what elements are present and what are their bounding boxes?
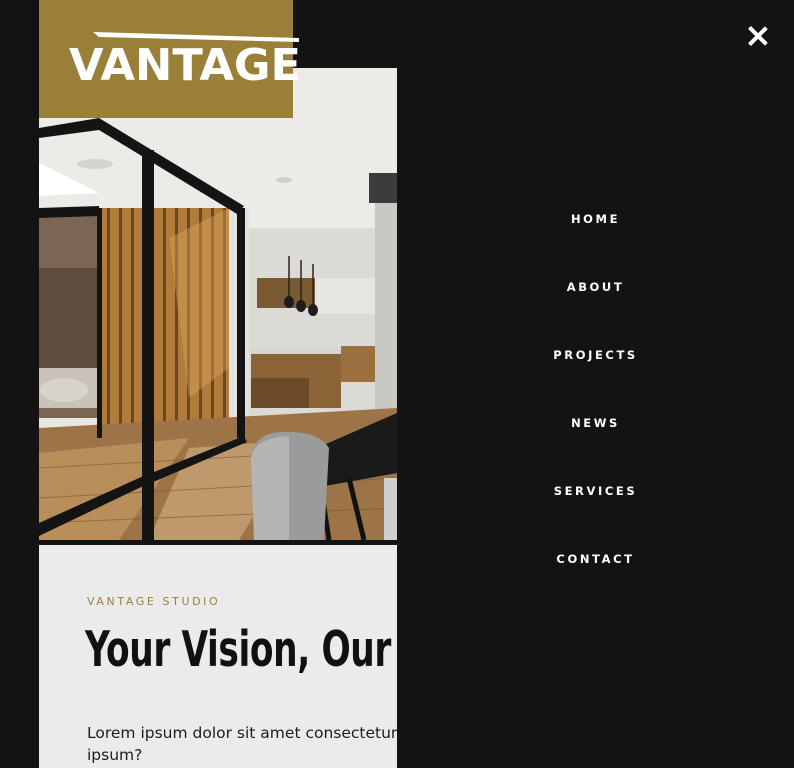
menu-link-home[interactable]: HOME xyxy=(571,212,620,226)
close-icon[interactable] xyxy=(748,26,768,46)
vantage-logo-icon: VANTAGE xyxy=(69,32,301,84)
site-logo[interactable]: VANTAGE xyxy=(39,0,301,118)
menu-link-projects[interactable]: PROJECTS xyxy=(553,348,638,362)
svg-text:VANTAGE: VANTAGE xyxy=(69,40,301,84)
menu-item-about: ABOUT xyxy=(397,276,794,344)
menu-item-projects: PROJECTS xyxy=(397,344,794,412)
menu-item-news: NEWS xyxy=(397,412,794,480)
menu-link-about[interactable]: ABOUT xyxy=(567,280,625,294)
menu-item-home: HOME xyxy=(397,208,794,276)
menu-item-services: SERVICES xyxy=(397,480,794,548)
hero-eyebrow: VANTAGE STUDIO xyxy=(87,595,221,608)
menu-list: HOME ABOUT PROJECTS NEWS SERVICES CONTAC… xyxy=(397,208,794,616)
content-card: VANTAGE STUDIO Your Vision, Our Lorem ip… xyxy=(39,545,397,768)
menu-link-news[interactable]: NEWS xyxy=(571,416,620,430)
menu-item-contact: CONTACT xyxy=(397,548,794,616)
menu-link-contact[interactable]: CONTACT xyxy=(556,552,634,566)
hero-photo xyxy=(39,68,397,540)
overlay-menu-panel: HOME ABOUT PROJECTS NEWS SERVICES CONTAC… xyxy=(397,0,794,768)
menu-link-services[interactable]: SERVICES xyxy=(554,484,638,498)
hero-body-text: Lorem ipsum dolor sit amet consectetur a… xyxy=(87,724,397,764)
hero-headline: Your Vision, Our xyxy=(85,621,391,678)
